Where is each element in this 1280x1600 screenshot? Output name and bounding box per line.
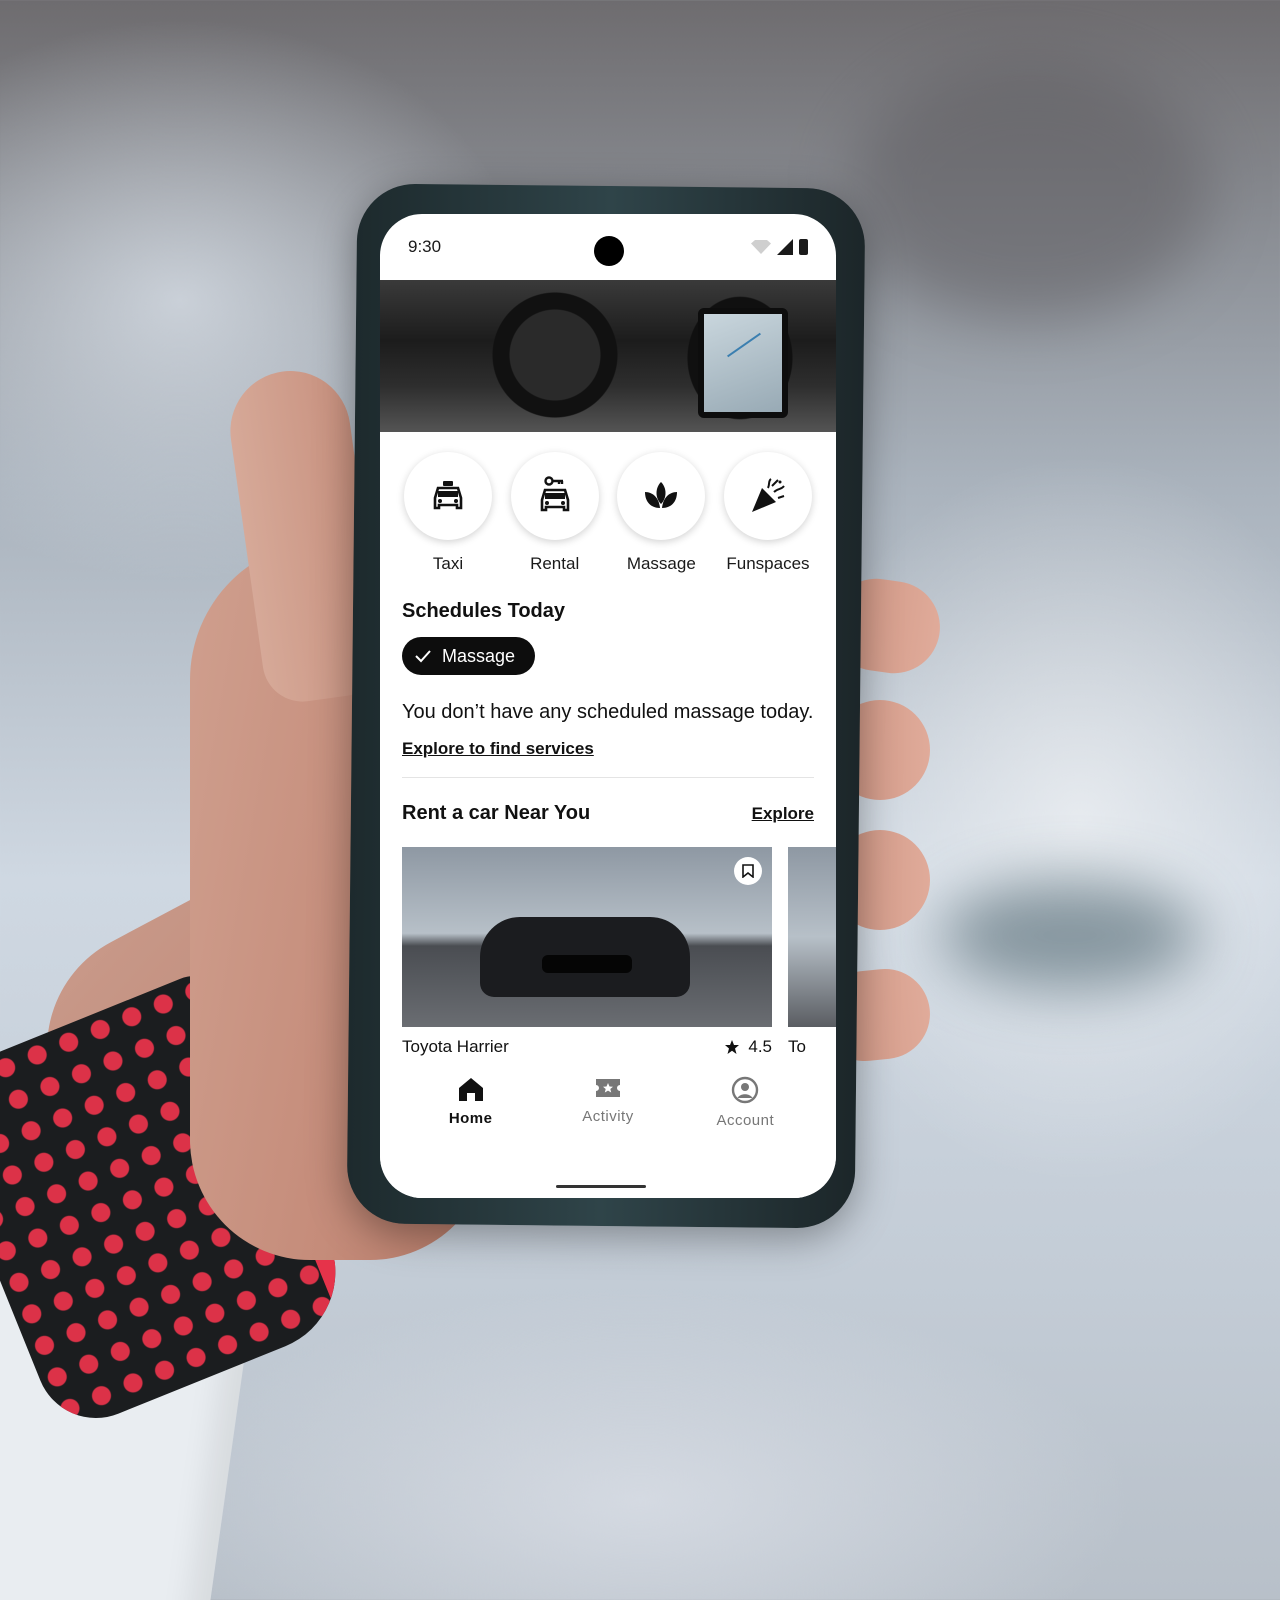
car-rating: 4.5 [724, 1037, 772, 1057]
service-icon-circle[interactable] [404, 452, 492, 540]
car-name: Toyota Harrier [402, 1037, 509, 1056]
battery-icon [799, 239, 808, 255]
explore-services-link[interactable]: Explore to find services [402, 739, 594, 759]
car-name: To [788, 1037, 806, 1056]
home-icon [458, 1078, 483, 1101]
service-funspaces[interactable]: Funspaces [718, 452, 818, 574]
background-blur [940, 880, 1200, 990]
chip-label: Massage [442, 645, 516, 666]
status-time: 9:30 [408, 237, 442, 256]
hero-image [380, 280, 836, 432]
schedules-title: Schedules Today [402, 600, 566, 622]
car-carousel[interactable]: Toyota Harrier 4.5 To [380, 847, 836, 1057]
car-image[interactable] [788, 847, 836, 1027]
service-label: Funspaces [726, 554, 810, 573]
status-icons [751, 239, 808, 255]
car-rating-value: 4.5 [748, 1037, 772, 1056]
wifi-icon [751, 240, 771, 254]
signal-icon [777, 239, 793, 255]
schedules-section: Schedules Today Massage You don’t have a… [380, 600, 836, 759]
rent-explore-link[interactable]: Explore [752, 804, 814, 824]
account-icon [732, 1076, 759, 1104]
service-icon-circle[interactable] [617, 452, 706, 540]
service-icon-circle[interactable] [510, 452, 599, 540]
party-popper-icon [751, 478, 785, 512]
status-bar: 9:30 [380, 214, 836, 280]
taxi-icon [433, 481, 463, 510]
service-label: Massage [626, 554, 696, 573]
camera-cutout [594, 236, 624, 266]
car-meta: Toyota Harrier 4.5 [402, 1037, 772, 1057]
nav-account[interactable]: Account [690, 1076, 800, 1129]
nav-label: Home [448, 1110, 493, 1127]
bottom-navigation: Home Activity Account [380, 1068, 836, 1198]
bookmark-button[interactable] [734, 857, 762, 885]
service-icon-circle[interactable] [723, 452, 812, 540]
check-icon [415, 650, 431, 663]
service-massage[interactable]: Massage [611, 452, 711, 574]
empty-schedule-message: You don’t have any scheduled massage tod… [402, 701, 814, 723]
car-card[interactable]: Toyota Harrier 4.5 [402, 847, 772, 1057]
section-divider [402, 777, 814, 778]
nav-home[interactable]: Home [416, 1076, 526, 1129]
rent-header: Rent a car Near You Explore [380, 802, 836, 825]
ticket-icon [595, 1079, 620, 1097]
background-blur [850, 60, 1210, 320]
filter-chip-massage[interactable]: Massage [402, 637, 536, 675]
service-rental[interactable]: Rental [505, 452, 605, 574]
dashboard-screen [698, 308, 788, 418]
services-row: Taxi Rental Massage Funspaces [380, 432, 836, 574]
nav-label: Account [716, 1112, 775, 1129]
rent-title: Rent a car Near You [402, 802, 591, 824]
star-icon [725, 1040, 740, 1054]
app-screen: 9:30 Taxi Rental Massage Funspaces Sched… [380, 214, 836, 1198]
car-card[interactable]: To [788, 847, 836, 1057]
bookmark-icon [742, 864, 754, 878]
home-indicator[interactable] [556, 1185, 646, 1188]
nav-label: Activity [582, 1108, 634, 1125]
rental-car-icon [540, 476, 569, 512]
nav-activity[interactable]: Activity [553, 1076, 663, 1129]
car-grill [542, 955, 632, 973]
service-label: Taxi [432, 554, 464, 573]
lotus-icon [645, 482, 678, 508]
service-taxi[interactable]: Taxi [398, 452, 498, 574]
car-image[interactable] [402, 847, 772, 1027]
service-label: Rental [530, 554, 580, 573]
